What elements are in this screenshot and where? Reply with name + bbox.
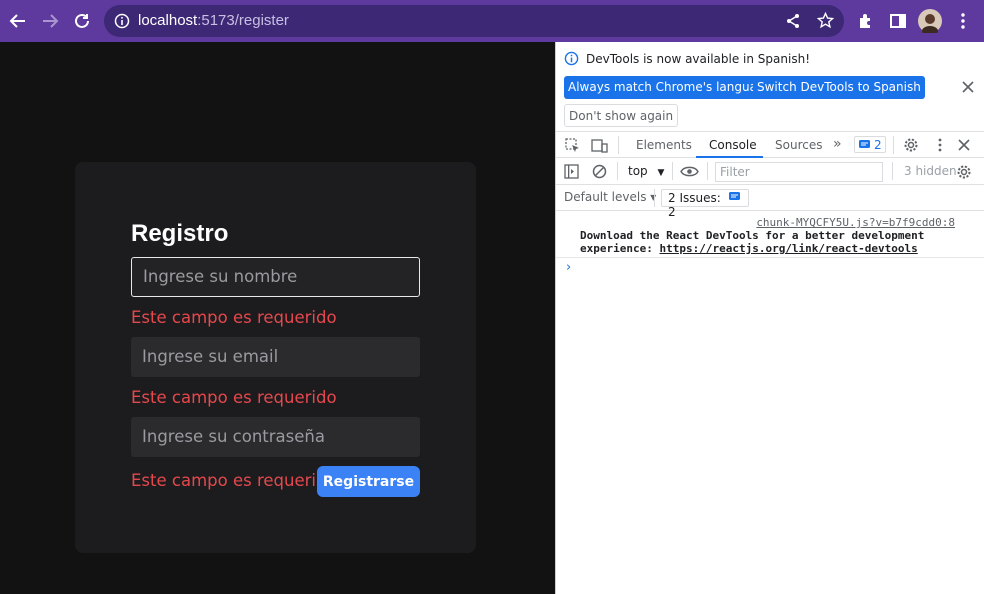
match-language-button[interactable]: Always match Chrome's language	[564, 76, 776, 99]
close-devtools-icon[interactable]	[957, 138, 971, 152]
eye-icon[interactable]	[680, 165, 699, 178]
url-host: localhost	[138, 12, 198, 29]
reload-button[interactable]	[69, 8, 95, 34]
close-icon[interactable]	[961, 80, 975, 94]
info-icon[interactable]	[114, 13, 130, 29]
tab-sources[interactable]: Sources	[775, 138, 822, 152]
language-infobar: DevTools is now available in Spanish! Al…	[556, 42, 984, 131]
toolbar-divider	[654, 189, 655, 207]
inspect-element-icon[interactable]	[565, 138, 580, 153]
message-icon	[728, 192, 740, 200]
side-panel-icon	[890, 14, 906, 28]
kebab-menu-icon	[961, 13, 965, 29]
address-bar[interactable]: localhost:5173/register	[104, 5, 844, 37]
caret-down-icon: ▼	[657, 168, 665, 178]
extensions-button[interactable]	[853, 8, 879, 34]
bookmark-star-icon[interactable]	[817, 12, 834, 29]
toolbar-divider	[707, 162, 708, 180]
name-error: Este campo es requerido	[131, 308, 337, 327]
levels-dropdown[interactable]: Default levels ▾	[564, 190, 656, 204]
devtools-tabbar: Elements Console Sources » 2	[556, 131, 984, 158]
url-text: localhost:5173/register	[138, 12, 289, 29]
dont-show-button[interactable]: Don't show again	[564, 104, 679, 127]
avatar-icon	[918, 9, 942, 33]
infobar-message: DevTools is now available in Spanish!	[586, 52, 811, 66]
password-error: Este campo es requerido	[131, 471, 337, 490]
register-button[interactable]: Registrarse	[317, 466, 420, 497]
toolbar-divider	[892, 162, 893, 180]
profile-avatar[interactable]	[917, 8, 943, 34]
log-message-text: Download the React DevTools for a better…	[580, 229, 960, 255]
console-message: chunk-MYQCFY5U.js?v=b7f9cdd0:8 Download …	[556, 212, 984, 258]
hidden-count: 3 hidden	[904, 164, 957, 178]
register-card: Registro Ingrese su nombre Este campo es…	[75, 162, 476, 553]
context-label: top	[628, 164, 648, 178]
device-toolbar-icon[interactable]	[591, 138, 608, 153]
back-button[interactable]	[5, 8, 31, 34]
forward-button[interactable]	[37, 8, 63, 34]
console-settings-icon[interactable]	[956, 164, 972, 180]
side-panel-button[interactable]	[885, 8, 911, 34]
switch-spanish-button[interactable]: Switch DevTools to Spanish	[753, 76, 925, 99]
form-title: Registro	[131, 220, 229, 247]
tab-console[interactable]: Console	[709, 138, 757, 152]
issues-button[interactable]: 2 Issues: 2	[661, 189, 749, 219]
message-icon	[859, 139, 870, 148]
reload-icon	[75, 13, 89, 28]
settings-gear-icon[interactable]	[903, 137, 919, 153]
browser-toolbar: localhost:5173/register	[0, 0, 984, 42]
console-prompt[interactable]: ›	[566, 260, 571, 275]
page-viewport: Registro Ingrese su nombre Este campo es…	[0, 42, 556, 594]
devtools-panel: DevTools is now available in Spanish! Al…	[556, 42, 984, 594]
issues-badge-count: 2	[874, 137, 882, 152]
password-input[interactable]: Ingrese su contraseña	[131, 417, 420, 457]
url-path: :5173/register	[197, 12, 289, 29]
toolbar-divider	[672, 162, 673, 180]
tab-elements[interactable]: Elements	[636, 138, 692, 152]
tab-divider	[893, 136, 894, 154]
log-line-2: experience:	[580, 242, 660, 255]
log-line-1: Download the React DevTools for a better…	[580, 229, 925, 242]
sidebar-toggle-icon[interactable]	[564, 164, 579, 179]
info-icon	[564, 51, 579, 66]
console-toolbar: top ▼ Filter 3 hidden	[556, 158, 984, 185]
issues-label: 2 Issues:	[668, 191, 721, 205]
share-icon[interactable]	[785, 13, 801, 29]
toolbar-divider	[617, 162, 618, 180]
name-input[interactable]: Ingrese su nombre	[131, 257, 420, 297]
log-source-link[interactable]: chunk-MYQCFY5U.js?v=b7f9cdd0:8	[756, 216, 955, 229]
tab-divider	[618, 136, 619, 154]
issues-badge[interactable]: 2	[854, 136, 886, 153]
arrow-left-icon	[9, 14, 25, 28]
email-error: Este campo es requerido	[131, 388, 337, 407]
browser-menu-button[interactable]	[950, 8, 976, 34]
puzzle-icon	[860, 14, 870, 28]
levels-bar: Default levels ▾ 2 Issues: 2	[556, 185, 984, 219]
clear-console-icon[interactable]	[592, 164, 607, 179]
react-devtools-link[interactable]: https://reactjs.org/link/react-devtools	[659, 242, 917, 255]
more-tabs-icon[interactable]: »	[833, 136, 842, 152]
kebab-menu-icon[interactable]	[933, 137, 947, 153]
email-input[interactable]: Ingrese su email	[131, 337, 420, 377]
arrow-right-icon	[43, 14, 59, 28]
context-selector[interactable]: top ▼	[628, 164, 664, 178]
console-filter-input[interactable]: Filter	[715, 162, 883, 182]
